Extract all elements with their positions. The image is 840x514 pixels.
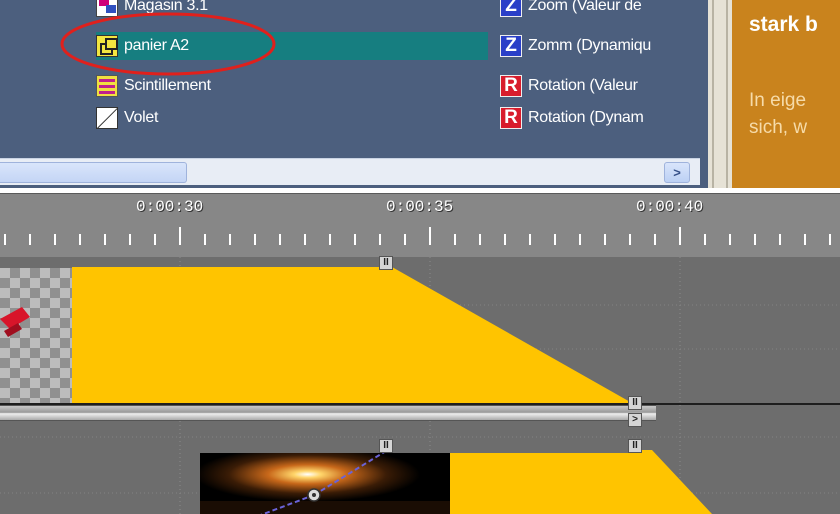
track-marker-button[interactable]: > xyxy=(628,413,642,427)
keyframe-handle[interactable]: II xyxy=(628,439,642,453)
list-item-rotation-dynamique[interactable]: R Rotation (Dynam xyxy=(500,104,696,132)
ruler-ticks xyxy=(4,227,831,245)
list-item-rotation-valeur[interactable]: R Rotation (Valeur xyxy=(500,72,696,100)
info-text-line: In eige xyxy=(749,90,807,111)
keyframe-path[interactable] xyxy=(0,257,840,514)
info-title: stark b xyxy=(749,13,818,36)
volet-icon xyxy=(96,107,118,129)
zoom-icon: Z xyxy=(500,35,522,57)
rotation-icon: R xyxy=(500,75,522,97)
list-item-label: Zomm (Dynamiqu xyxy=(528,37,651,54)
tracks-area[interactable]: II II > II II xyxy=(0,256,840,514)
keyframe-handle[interactable]: II xyxy=(628,396,642,410)
list-item-label: Rotation (Valeur xyxy=(528,77,638,94)
keyframe-handle[interactable]: II xyxy=(379,439,393,453)
timeline-ruler[interactable]: 0:00:30 0:00:35 0:00:40 xyxy=(0,193,840,257)
list-item-label: Volet xyxy=(124,109,159,126)
video-editor-window: Magasin 3.1 panier A2 Scintillement Vole… xyxy=(0,0,840,514)
rotation-icon: R xyxy=(500,107,522,129)
info-text: In eige sich, w xyxy=(749,87,807,141)
info-panel: stark b In eige sich, w xyxy=(732,0,840,188)
list-item-label: Rotation (Dynam xyxy=(528,109,644,126)
splitter-grip xyxy=(712,0,714,188)
panel-splitter[interactable] xyxy=(708,0,732,188)
horizontal-scrollbar[interactable]: > xyxy=(0,158,700,185)
info-text-line: sich, w xyxy=(749,117,808,138)
annotation-circle xyxy=(60,12,276,76)
zoom-icon: Z xyxy=(500,0,522,17)
keyframe-handle[interactable]: II xyxy=(379,256,393,270)
transition-browser: Magasin 3.1 panier A2 Scintillement Vole… xyxy=(0,0,708,188)
list-item-zoom-valeur[interactable]: Z Zoom (Valeur de xyxy=(500,0,696,20)
list-item-label: Zoom (Valeur de xyxy=(528,0,642,14)
list-item-volet[interactable]: Volet xyxy=(96,104,496,132)
splitter-grip xyxy=(726,0,728,188)
scrollbar-thumb[interactable] xyxy=(0,162,187,183)
list-item-zomm-dynamique[interactable]: Z Zomm (Dynamiqu xyxy=(500,32,696,60)
scroll-right-button[interactable]: > xyxy=(664,162,690,183)
